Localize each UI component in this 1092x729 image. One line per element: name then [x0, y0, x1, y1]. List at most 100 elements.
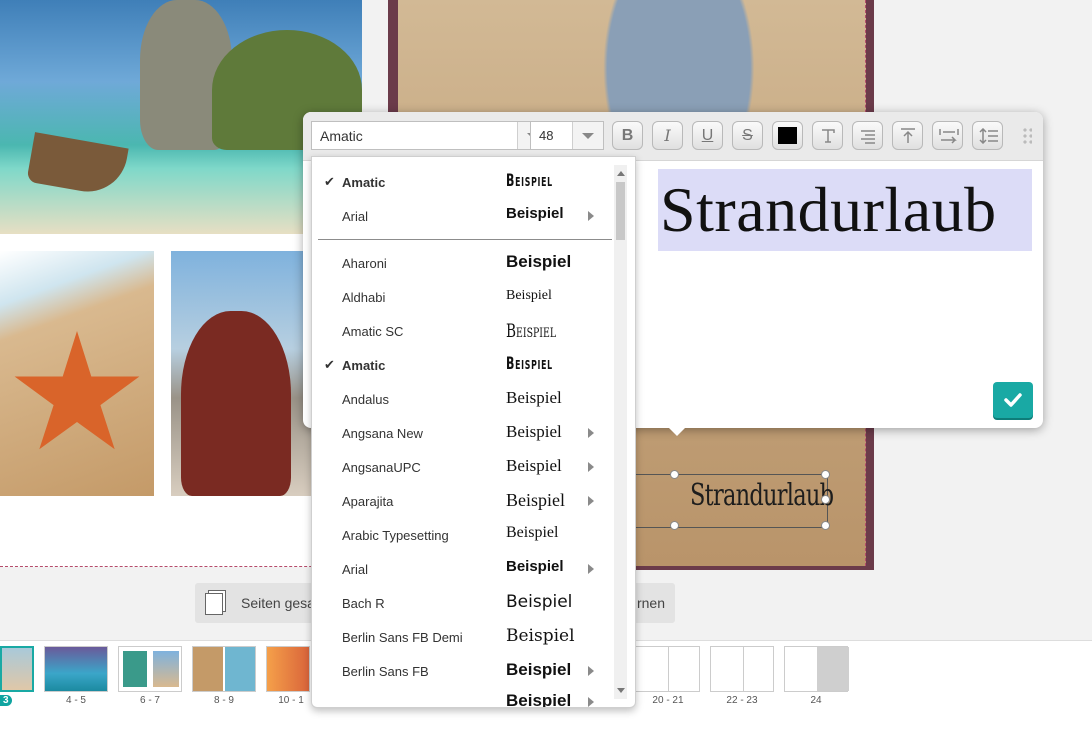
- font-option-name: Amatic SC: [342, 324, 404, 339]
- page-thumb[interactable]: [44, 646, 108, 692]
- font-option-sample: Beispiel: [506, 171, 553, 191]
- font-option[interactable]: Aparajita Beispiel: [312, 484, 612, 518]
- text-format-toolbar: Amatic 48 B I U S: [303, 112, 1043, 161]
- font-dropdown: ✔ Amatic Beispiel Arial Beispiel Aharoni…: [311, 156, 636, 708]
- letter-spacing-button[interactable]: [932, 121, 963, 150]
- font-option[interactable]: Aldhabi Beispiel: [312, 280, 612, 314]
- font-option-sample: Beispiel: [506, 626, 575, 646]
- submenu-arrow-icon[interactable]: [588, 564, 594, 574]
- font-option-name: Berlin Sans FB: [342, 664, 429, 679]
- resize-handle[interactable]: [821, 470, 830, 479]
- page-thumb[interactable]: [192, 646, 256, 692]
- submenu-arrow-icon[interactable]: [588, 666, 594, 676]
- submenu-arrow-icon[interactable]: [588, 496, 594, 506]
- canvas-text-strandurlaub[interactable]: Strandurlaub: [690, 478, 834, 513]
- scrollbar-thumb[interactable]: [616, 182, 625, 240]
- scroll-down-icon[interactable]: [617, 688, 625, 693]
- family-photo[interactable]: [171, 251, 311, 496]
- font-option[interactable]: Beispiel: [312, 685, 612, 707]
- font-option-selected[interactable]: ✔ Amatic Beispiel: [312, 348, 612, 382]
- font-option[interactable]: Arabic Typesetting Beispiel: [312, 518, 612, 552]
- page-thumb-label: 4 - 5: [65, 695, 86, 706]
- submenu-arrow-icon[interactable]: [588, 428, 594, 438]
- font-option-name: Amatic: [342, 358, 386, 373]
- drag-handle-icon[interactable]: [1022, 127, 1032, 145]
- color-swatch: [778, 127, 797, 144]
- page-thumb[interactable]: [634, 646, 700, 692]
- boat-shape: [26, 132, 129, 198]
- font-option-sample: Beispiel: [506, 354, 553, 374]
- font-option-sample: Beispiel: [506, 490, 565, 510]
- font-option-name: Berlin Sans FB Demi: [342, 630, 463, 645]
- font-option-sample: Beispiel: [506, 592, 573, 612]
- font-option-recent[interactable]: Arial Beispiel: [312, 199, 612, 233]
- resize-handle[interactable]: [821, 495, 830, 504]
- text-color-button[interactable]: [772, 121, 803, 150]
- font-option[interactable]: Angsana New Beispiel: [312, 416, 612, 450]
- pages-overview-label: Seiten gesa: [241, 595, 315, 611]
- align-top-icon: [901, 128, 915, 143]
- submenu-arrow-icon[interactable]: [588, 211, 594, 221]
- font-option[interactable]: Andalus Beispiel: [312, 382, 612, 416]
- line-height-icon: [979, 128, 998, 144]
- submenu-arrow-icon[interactable]: [588, 462, 594, 472]
- font-option-sample: Beispiel: [506, 422, 562, 441]
- resize-handle[interactable]: [670, 521, 679, 530]
- check-icon: [1004, 393, 1022, 407]
- font-option-name: Amatic: [342, 175, 386, 190]
- font-option-name: Bach R: [342, 596, 385, 611]
- starfish-photo[interactable]: [0, 251, 154, 496]
- font-option[interactable]: AngsanaUPC Beispiel: [312, 450, 612, 484]
- page-thumb[interactable]: [266, 646, 310, 692]
- italic-button[interactable]: I: [652, 121, 683, 150]
- font-option[interactable]: Berlin Sans FB Demi Beispiel: [312, 620, 612, 654]
- editor-text-selected: Strandurlaub: [660, 174, 997, 245]
- font-option-name: Aparajita: [342, 494, 394, 509]
- line-height-button[interactable]: [972, 121, 1003, 150]
- font-option-name: Arial: [342, 209, 369, 224]
- editor-text-area[interactable]: Strandurlaub: [658, 169, 1032, 251]
- vertical-align-top-button[interactable]: [892, 121, 923, 150]
- page-thumb-current[interactable]: [0, 646, 34, 692]
- font-option-sample: Beispiel: [506, 252, 572, 271]
- font-option-name: Andalus: [342, 392, 389, 407]
- chevron-down-icon[interactable]: [572, 122, 603, 149]
- font-family-select[interactable]: Amatic: [311, 121, 549, 150]
- popup-pointer: [665, 424, 689, 436]
- font-size-select[interactable]: 48: [530, 121, 604, 150]
- current-page-badge: 3: [0, 695, 12, 706]
- font-option-sample: Beispiel: [506, 660, 572, 679]
- page-thumb[interactable]: [118, 646, 182, 692]
- font-option-sample: Beispiel: [506, 288, 552, 303]
- dropdown-scrollbar[interactable]: [614, 165, 627, 699]
- confirm-button[interactable]: [993, 382, 1033, 418]
- resize-handle[interactable]: [821, 521, 830, 530]
- align-button[interactable]: [852, 121, 883, 150]
- font-option[interactable]: Amatic SC Beispiel: [312, 314, 612, 348]
- page-thumb-label: 6 - 7: [139, 695, 160, 706]
- font-option-name: Angsana New: [342, 426, 423, 441]
- resize-handle[interactable]: [670, 470, 679, 479]
- underline-button[interactable]: U: [692, 121, 723, 150]
- page-thumb-label: 24: [810, 695, 822, 706]
- bold-button[interactable]: B: [612, 121, 643, 150]
- font-option-name: AngsanaUPC: [342, 460, 421, 475]
- font-family-value: Amatic: [320, 128, 363, 144]
- submenu-arrow-icon[interactable]: [588, 697, 594, 707]
- remove-label: rnen: [636, 595, 665, 611]
- page-thumb-label: 8 - 9: [213, 695, 234, 706]
- font-option-sample: Beispiel: [506, 388, 562, 407]
- font-option-recent[interactable]: ✔ Amatic Beispiel: [312, 165, 612, 199]
- font-option[interactable]: Aharoni Beispiel: [312, 246, 612, 280]
- font-option[interactable]: Berlin Sans FB Beispiel: [312, 654, 612, 688]
- font-option[interactable]: Bach R Beispiel: [312, 586, 612, 620]
- text-style-icon: [822, 129, 835, 143]
- strikethrough-button[interactable]: S: [732, 121, 763, 150]
- scroll-up-icon[interactable]: [617, 171, 625, 176]
- font-option[interactable]: Arial Beispiel: [312, 552, 612, 586]
- page-thumb[interactable]: [784, 646, 849, 692]
- text-style-button[interactable]: [812, 121, 843, 150]
- font-option-sample: Beispiel: [506, 456, 562, 475]
- page-thumb[interactable]: [710, 646, 774, 692]
- align-right-icon: [861, 130, 875, 144]
